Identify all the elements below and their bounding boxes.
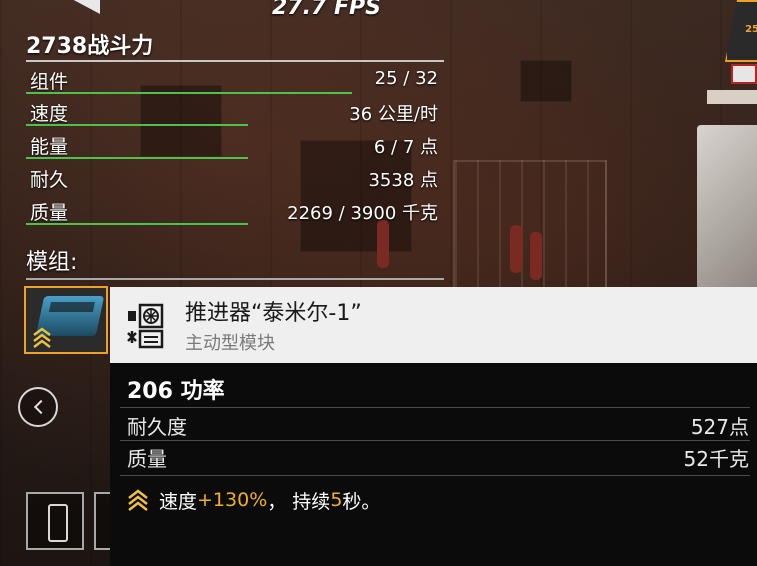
stat-value: 36 公里/时 — [349, 104, 438, 125]
stat-value: 6 / 7 点 — [373, 137, 438, 158]
stat-bar — [26, 157, 248, 159]
module-name: 推进器“泰米尔-1” — [185, 301, 362, 326]
chevron-up-icon — [33, 327, 51, 348]
combat-power-title: 2738战斗力 — [26, 34, 154, 59]
stat-row-components: 组件 25 / 32 — [26, 64, 444, 94]
module-type: 主动型模块 — [185, 333, 275, 354]
stat-label: 耐久 — [30, 169, 69, 191]
divider — [120, 475, 750, 476]
garage-window — [520, 60, 572, 102]
bottom-slot-extinguisher[interactable] — [26, 492, 84, 550]
active-module-icon — [127, 303, 164, 349]
fire-extinguisher — [510, 225, 522, 273]
tooltip-header: 推进器“泰米尔-1” 主动型模块 — [110, 287, 757, 363]
side-marker — [731, 64, 757, 84]
durability-value: 527点 — [690, 415, 749, 439]
stat-bar — [26, 124, 248, 126]
stat-row-speed: 速度 36 公里/时 — [26, 96, 444, 126]
chevron-up-icon — [128, 489, 148, 511]
stat-label: 速度 — [30, 103, 69, 125]
stat-label: 能量 — [30, 136, 69, 158]
side-marker — [707, 90, 757, 104]
extinguisher-icon — [48, 504, 68, 542]
divider — [26, 60, 444, 62]
fps-counter: 27.7 FPS — [272, 0, 381, 20]
module-power: 206 功率 — [127, 379, 225, 404]
durability-label: 耐久度 — [127, 415, 187, 439]
effect-duration: 5 — [330, 489, 343, 511]
robot-part — [697, 125, 757, 290]
effect-suffix: 秒。 — [342, 490, 381, 513]
effect-mid: ， 持续 — [267, 490, 331, 513]
left-arrow-button[interactable] — [18, 387, 58, 427]
modules-title: 模组: — [26, 250, 78, 275]
stat-row-energy: 能量 6 / 7 点 — [26, 129, 444, 159]
stat-value: 3538 点 — [368, 170, 438, 191]
effect-prefix: 速度 — [159, 490, 198, 513]
stat-label: 质量 — [30, 202, 69, 224]
module-effect: 速度 +130% ， 持续 5 秒。 — [127, 485, 380, 515]
fire-extinguisher — [530, 232, 542, 280]
module-tooltip: 推进器“泰米尔-1” 主动型模块 206 功率 耐久度 527点 质量 52千克… — [110, 287, 757, 566]
mass-value: 52千克 — [683, 447, 749, 471]
stat-bar — [26, 223, 248, 225]
effect-bonus: +130% — [197, 489, 268, 511]
divider — [120, 407, 750, 408]
stat-bar — [26, 92, 353, 94]
fire-extinguisher — [377, 220, 389, 268]
stat-row-mass: 质量 2269 / 3900 千克 — [26, 195, 444, 225]
stat-row-durability: 耐久 3538 点 — [26, 162, 444, 192]
module-slot-thruster[interactable] — [24, 286, 108, 354]
stat-label: 组件 — [30, 71, 69, 93]
divider — [26, 278, 444, 280]
mass-label: 质量 — [127, 447, 167, 471]
level-badge-value: 25 — [745, 24, 757, 35]
divider — [120, 440, 750, 441]
stat-value: 25 / 32 — [374, 68, 438, 89]
stat-value: 2269 / 3900 千克 — [287, 203, 438, 224]
